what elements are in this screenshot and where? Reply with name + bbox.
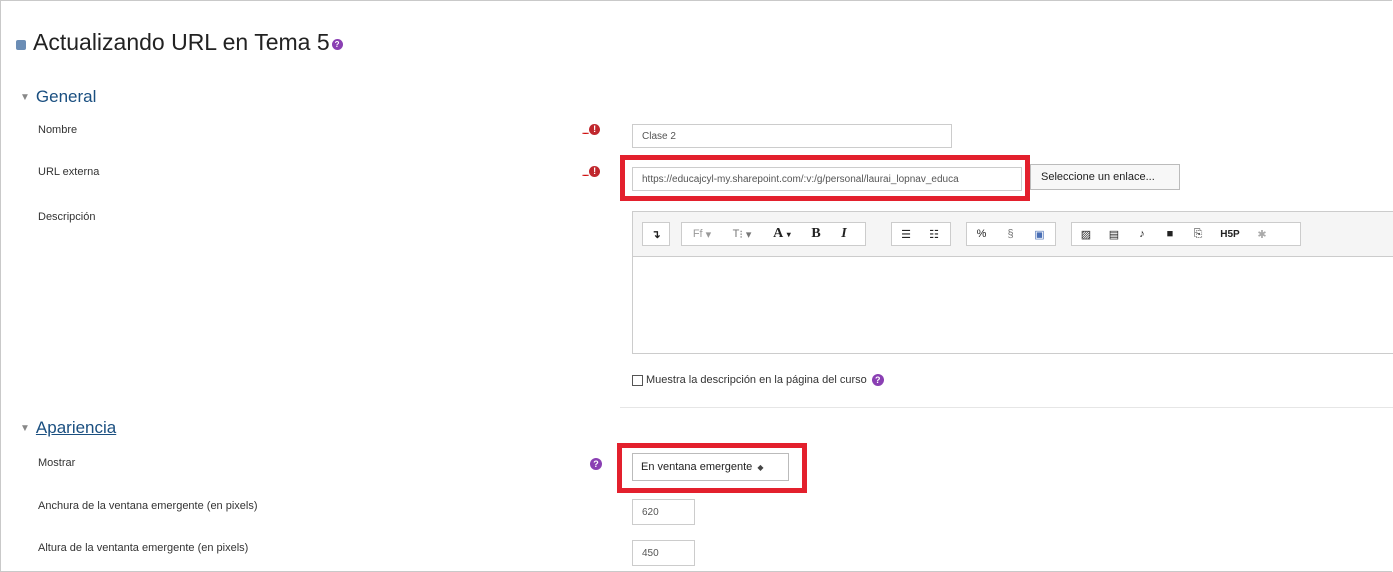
help-icon[interactable]: ? [331,39,343,50]
section-appearance-label: Apariencia [35,418,117,437]
editor-toolbar: ↴ Ff ▾ T ⁝ ▾ A ▾ B I ☰ ☷ % § ▣ ▨ ▤ ♪ ■ ⎘ … [633,212,1393,257]
popup-width-input[interactable]: 620 [632,499,695,525]
show-description-option[interactable]: Muestra la descripción en la página del … [632,374,884,386]
image-icon[interactable]: ▨ [1072,223,1100,245]
collapse-triangle-icon: ▼ [20,422,30,434]
font-family-button[interactable]: Ff ▾ [682,223,722,245]
name-input[interactable]: Clase 2 [632,124,952,148]
toolbar-format-group: Ff ▾ T ⁝ ▾ A ▾ B I [681,222,866,246]
toolbar-media-group: ▨ ▤ ♪ ■ ⎘ H5P ✱ [1071,222,1301,246]
required-icon: .....! [582,124,601,137]
help-icon[interactable]: ? [871,374,884,386]
section-divider [620,407,1393,408]
show-description-label: Muestra la descripción en la página del … [646,374,867,386]
font-family-label: Ff [692,228,703,240]
show-description-checkbox[interactable] [632,374,643,386]
display-highlight-box [617,443,807,493]
accessibility-checker-icon[interactable]: ✱ [1248,223,1276,245]
font-size-button[interactable]: T ⁝ ▾ [722,223,762,245]
select-link-button[interactable]: Seleccione un enlace... [1030,164,1180,190]
section-general[interactable]: ▼ General [20,87,96,107]
popup-width-label: Anchura de la ventana emergente (en pixe… [38,500,258,512]
collapse-triangle-icon: ▼ [20,91,30,103]
name-label: Nombre [38,124,78,136]
link-icon[interactable]: % [967,223,996,245]
section-appearance[interactable]: ▼ Apariencia [20,418,116,438]
font-color-button[interactable]: A ▾ [762,223,802,245]
ordered-list-icon[interactable]: ☷ [920,223,948,245]
url-highlight-box [620,155,1030,201]
section-general-label: General [35,87,97,106]
help-icon[interactable]: ? [590,458,602,470]
toolbar-list-group: ☰ ☷ [891,222,951,246]
record-audio-icon[interactable]: ♪ [1128,223,1156,245]
description-label: Descripción [38,211,96,223]
page-title: Actualizando URL en Tema 5 [33,29,330,55]
toolbar-toggle-group: ↴ [642,222,670,246]
manage-files-icon[interactable]: ⎘ [1184,223,1212,245]
description-editor[interactable]: ↴ Ff ▾ T ⁝ ▾ A ▾ B I ☰ ☷ % § ▣ ▨ ▤ ♪ ■ ⎘ … [632,211,1393,354]
display-label: Mostrar [38,457,76,469]
required-icon: .....! [582,166,601,179]
font-size-label: T [732,228,740,240]
show-more-buttons-icon[interactable]: ↴ [643,223,669,245]
unordered-list-icon[interactable]: ☰ [892,223,920,245]
media-file-icon[interactable]: ▤ [1100,223,1128,245]
bold-button[interactable]: B [802,223,830,245]
italic-button[interactable]: I [830,223,858,245]
url-label: URL externa [38,166,100,178]
record-video-icon[interactable]: ■ [1156,223,1184,245]
url-module-icon [16,40,26,50]
toolbar-link-group: % § ▣ [966,222,1056,246]
popup-height-label: Altura de la ventanta emergente (en pixe… [38,542,249,554]
page-heading: Actualizando URL en Tema 5 ? [16,29,343,56]
h5p-button[interactable]: H5P [1212,223,1248,245]
unlink-icon[interactable]: § [996,223,1025,245]
teams-icon[interactable]: ▣ [1025,223,1054,245]
popup-height-input[interactable]: 450 [632,540,695,566]
